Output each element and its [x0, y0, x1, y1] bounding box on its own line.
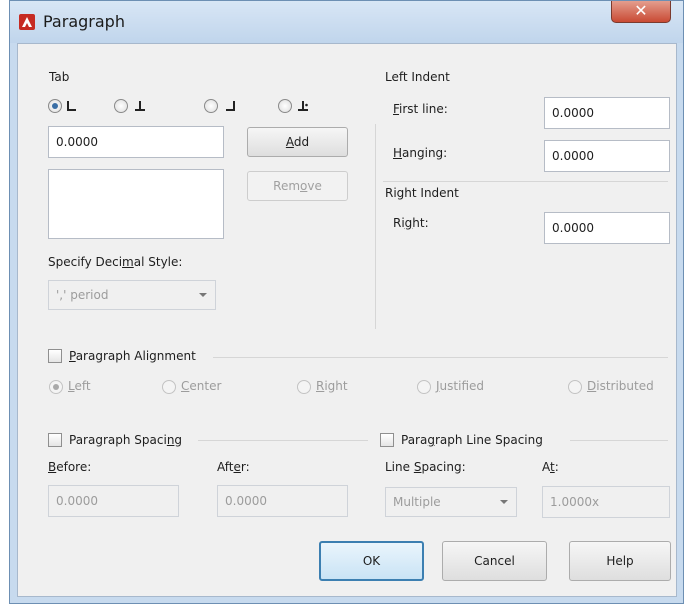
- paragraph-spacing-checkbox[interactable]: [48, 433, 62, 447]
- add-button[interactable]: Add: [247, 127, 348, 157]
- remove-button[interactable]: Remove: [247, 171, 348, 201]
- close-icon: ✕: [634, 1, 648, 20]
- line-spacing-label: Line Spacing:: [385, 460, 466, 474]
- align-justified-radio[interactable]: [417, 380, 431, 394]
- before-label: Before:: [48, 460, 92, 474]
- paragraph-alignment-label[interactable]: Paragraph Alignment: [69, 349, 196, 363]
- after-label: After:: [217, 460, 250, 474]
- align-center-label: Center: [181, 379, 222, 393]
- right-indent-input[interactable]: 0.0000: [544, 212, 670, 244]
- line-spacing-divider: [570, 440, 668, 441]
- first-line-label: First line:: [393, 102, 448, 116]
- align-center-radio[interactable]: [162, 380, 176, 394]
- hanging-input[interactable]: 0.0000: [544, 140, 670, 172]
- align-distributed-radio[interactable]: [568, 380, 582, 394]
- paragraph-spacing-label[interactable]: Paragraph Spacing: [69, 433, 182, 447]
- tab-position-input[interactable]: 0.0000: [48, 126, 224, 158]
- help-button[interactable]: Help: [569, 541, 671, 581]
- title-bar[interactable]: Paragraph ✕: [10, 1, 683, 43]
- at-label: At:: [542, 460, 559, 474]
- tab-decimal-radio[interactable]: [278, 99, 292, 113]
- tab-right-radio[interactable]: [204, 99, 218, 113]
- dialog-client: Tab 0.0000 Add Remove Specify Decimal St…: [17, 43, 677, 597]
- hanging-label: Hanging:: [393, 146, 448, 160]
- tab-left-radio[interactable]: [48, 99, 62, 113]
- right-label: Right:: [393, 216, 429, 230]
- tab-label: Tab: [49, 70, 70, 84]
- left-indent-label: Left Indent: [385, 70, 450, 84]
- left-tab-icon: [67, 101, 76, 111]
- align-left-label: Left: [68, 379, 91, 393]
- tab-stops-list[interactable]: [48, 169, 224, 239]
- line-spacing-checkbox[interactable]: [380, 433, 394, 447]
- autocad-logo-icon: [19, 14, 35, 30]
- decimal-tab-icon: [298, 101, 308, 111]
- window-title: Paragraph: [43, 12, 125, 31]
- at-input[interactable]: 1.0000x: [542, 486, 670, 518]
- chevron-down-icon: [500, 500, 508, 504]
- chevron-down-icon: [199, 293, 207, 297]
- align-left-radio[interactable]: [49, 380, 63, 394]
- line-spacing-section-label[interactable]: Paragraph Line Spacing: [401, 433, 543, 447]
- align-right-radio[interactable]: [297, 380, 311, 394]
- paragraph-alignment-checkbox[interactable]: [48, 349, 62, 363]
- right-indent-label: Right Indent: [385, 186, 459, 200]
- paragraph-dialog: Paragraph ✕ Tab 0.0000 Add Remove Specif…: [9, 0, 684, 604]
- before-input[interactable]: 0.0000: [48, 485, 179, 517]
- after-input[interactable]: 0.0000: [217, 485, 348, 517]
- tab-center-radio[interactable]: [114, 99, 128, 113]
- first-line-input[interactable]: 0.0000: [544, 97, 670, 129]
- cancel-button[interactable]: Cancel: [442, 541, 547, 581]
- right-indent-divider: [383, 181, 668, 182]
- column-divider: [375, 124, 376, 329]
- spacing-divider: [198, 440, 368, 441]
- alignment-divider: [213, 357, 668, 358]
- line-spacing-select[interactable]: Multiple: [385, 487, 517, 517]
- decimal-style-select[interactable]: ',' period: [48, 280, 216, 310]
- right-tab-icon: [226, 101, 235, 111]
- align-right-label: Right: [316, 379, 348, 393]
- align-justified-label: Justified: [436, 379, 485, 393]
- decimal-style-label: Specify Decimal Style:: [48, 255, 183, 269]
- ok-button[interactable]: OK: [319, 541, 424, 581]
- close-button[interactable]: ✕: [611, 1, 671, 23]
- align-distributed-label: Distributed: [587, 379, 654, 393]
- center-tab-icon: [135, 101, 145, 111]
